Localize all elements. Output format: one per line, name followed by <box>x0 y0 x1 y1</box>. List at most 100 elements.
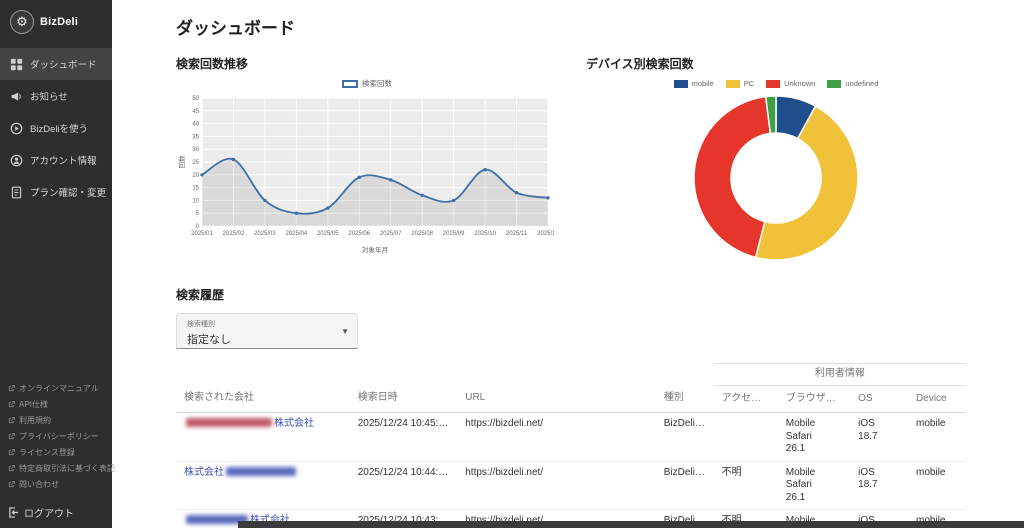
legend-swatch <box>674 80 688 88</box>
account-icon <box>10 154 23 167</box>
footer-link-label: プライバシーポリシー <box>19 431 99 442</box>
footer-link-5[interactable]: 特定商取引法に基づく表記 <box>0 460 112 476</box>
svg-text:25: 25 <box>192 160 199 166</box>
cell-browser: Mobile Safari26.1 <box>778 461 850 510</box>
history-section: 検索履歴 検索種別 指定なし ▼ 利用者情報 検索された会社検索日時URL種別ア… <box>176 286 966 528</box>
history-title: 検索履歴 <box>176 286 966 303</box>
legend-item-Unknown[interactable]: Unknown <box>766 79 815 88</box>
app-name: BizDeli <box>40 16 78 28</box>
footer-link-label: 利用規約 <box>19 415 51 426</box>
bizdeli-logo-icon: ⚙ <box>10 10 34 34</box>
app-logo: ⚙ BizDeli <box>0 0 112 48</box>
cell-os: iOS18.7 <box>850 461 908 510</box>
charts-row: 検索回数推移 検索回数 051015202530354045502025/012… <box>176 55 966 264</box>
footer-link-label: ライセンス登録 <box>19 447 75 458</box>
logout-label: ログアウト <box>24 505 74 520</box>
footer-link-4[interactable]: ライセンス登録 <box>0 444 112 460</box>
device-chart-title: デバイス別検索回数 <box>586 55 966 72</box>
svg-text:10: 10 <box>192 198 199 204</box>
column-header-row: 検索された会社検索日時URL種別アクセス元ブラウザ情報OSDevice <box>176 385 966 413</box>
legend-swatch <box>342 80 358 88</box>
svg-text:2025/11: 2025/11 <box>506 231 528 237</box>
donut-chart-body: mobile PC Unknown undefined <box>586 76 966 264</box>
logout-button[interactable]: ログアウト <box>8 505 74 520</box>
svg-text:対象年月: 対象年月 <box>362 245 388 254</box>
legend-label: 検索回数 <box>362 78 392 89</box>
svg-text:2025/08: 2025/08 <box>411 231 433 237</box>
page-title: ダッシュボード <box>176 14 966 39</box>
cell-url: https://bizdeli.net/ <box>457 461 656 510</box>
col-company: 検索された会社 <box>176 385 350 413</box>
footer-link-1[interactable]: API仕様 <box>0 396 112 412</box>
svg-text:2025/12: 2025/12 <box>537 231 554 237</box>
legend-item[interactable]: 検索回数 <box>342 78 392 89</box>
cell-type: BizDeli JS <box>656 413 714 462</box>
sidebar-item-label: BizDeliを使う <box>30 121 88 135</box>
sidebar: ⚙ BizDeli ダッシュボード お知らせ BizDeliを使う アカウント情… <box>0 0 112 528</box>
main-content: ダッシュボード 検索回数推移 検索回数 05101520253035404550… <box>112 0 1024 528</box>
user-info-group-header: 利用者情報 <box>714 364 966 386</box>
announcement-icon <box>10 90 23 103</box>
footer-link-3[interactable]: プライバシーポリシー <box>0 428 112 444</box>
svg-text:回数: 回数 <box>177 155 186 169</box>
footer-link-0[interactable]: オンラインマニュアル <box>0 380 112 396</box>
table-row: 株式会社 2025/12/24 10:45:44 https://bizdeli… <box>176 413 966 462</box>
legend-swatch <box>726 80 740 88</box>
launch-icon <box>8 401 15 408</box>
svg-text:2025/06: 2025/06 <box>348 231 370 237</box>
col-url: URL <box>457 385 656 413</box>
footer-link-label: オンラインマニュアル <box>19 383 99 394</box>
company-link[interactable]: 株式会社 <box>184 418 314 429</box>
launch-icon <box>8 465 15 472</box>
svg-text:30: 30 <box>192 147 199 153</box>
legend-item-undefined[interactable]: undefined <box>827 79 878 88</box>
legend-item-mobile[interactable]: mobile <box>674 79 714 88</box>
trend-chart-title: 検索回数推移 <box>176 55 558 72</box>
search-type-select[interactable]: 検索種別 指定なし ▼ <box>176 313 358 349</box>
trend-chart-section: 検索回数推移 検索回数 051015202530354045502025/012… <box>176 55 558 261</box>
legend-label: Unknown <box>784 79 815 88</box>
sidebar-item-plan[interactable]: プラン確認・変更 <box>0 176 112 208</box>
group-header-row: 利用者情報 <box>176 364 966 386</box>
sidebar-nav: ダッシュボード お知らせ BizDeliを使う アカウント情報 プラン確認・変更 <box>0 48 112 208</box>
legend-label: undefined <box>845 79 878 88</box>
svg-text:40: 40 <box>192 122 199 128</box>
svg-text:15: 15 <box>192 186 199 192</box>
cell-access: 不明 <box>714 461 778 510</box>
cell-os: iOS18.7 <box>850 413 908 462</box>
legend-swatch <box>827 80 841 88</box>
footer-link-label: 特定商取引法に基づく表記 <box>19 463 115 474</box>
footer-link-label: 問い合わせ <box>19 479 59 490</box>
sidebar-item-label: アカウント情報 <box>30 153 97 167</box>
sidebar-item-label: ダッシュボード <box>30 57 97 71</box>
company-link[interactable]: 株式会社 <box>184 467 298 478</box>
launch-icon <box>8 481 15 488</box>
dashboard-icon <box>10 58 23 71</box>
col-access: アクセス元 <box>714 385 778 413</box>
svg-text:50: 50 <box>192 96 199 102</box>
launch-icon <box>8 385 15 392</box>
sidebar-item-label: お知らせ <box>30 89 68 103</box>
sidebar-item-news[interactable]: お知らせ <box>0 80 112 112</box>
sidebar-item-dashboard[interactable]: ダッシュボード <box>0 48 112 80</box>
legend-swatch <box>766 80 780 88</box>
redacted-text <box>186 418 272 427</box>
chevron-down-icon: ▼ <box>341 327 349 336</box>
footer-link-2[interactable]: 利用規約 <box>0 412 112 428</box>
svg-text:35: 35 <box>192 134 199 140</box>
select-value: 指定なし <box>187 331 333 347</box>
table-row: 株式会社 2025/12/24 10:44:56 https://bizdeli… <box>176 461 966 510</box>
launch-icon <box>8 417 15 424</box>
svg-text:2025/07: 2025/07 <box>380 231 402 237</box>
search-history-table: 利用者情報 検索された会社検索日時URL種別アクセス元ブラウザ情報OSDevic… <box>176 363 966 528</box>
donut-slice-Unknown <box>694 97 770 258</box>
sidebar-item-use-bizdeli[interactable]: BizDeliを使う <box>0 112 112 144</box>
launch-icon <box>8 433 15 440</box>
cell-datetime: 2025/12/24 10:44:56 <box>350 461 458 510</box>
cell-datetime: 2025/12/24 10:45:44 <box>350 413 458 462</box>
footer-link-6[interactable]: 問い合わせ <box>0 476 112 492</box>
col-browser: ブラウザ情報 <box>778 385 850 413</box>
legend-item-PC[interactable]: PC <box>726 79 754 88</box>
footer-link-label: API仕様 <box>19 399 48 410</box>
sidebar-item-account[interactable]: アカウント情報 <box>0 144 112 176</box>
